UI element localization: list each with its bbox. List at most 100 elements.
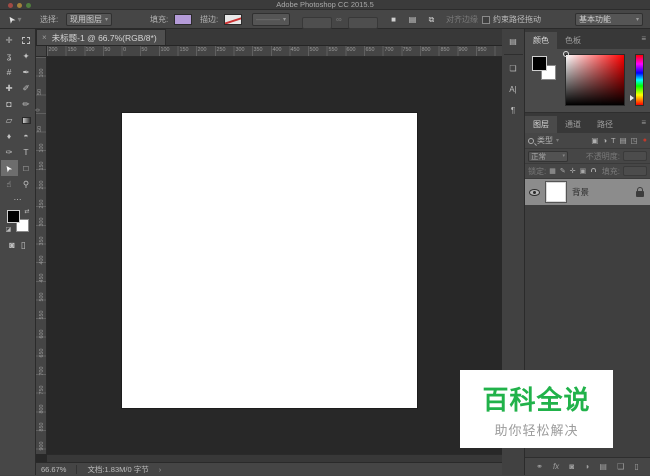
foreground-color-chip[interactable]	[6, 210, 20, 223]
workspace-dropdown[interactable]: 基本功能 ▾	[575, 13, 643, 26]
crop-tool[interactable]: #	[1, 64, 18, 80]
tab-color[interactable]: 颜色	[525, 32, 557, 49]
eraser-tool[interactable]: ▱	[1, 112, 18, 128]
checkbox-icon	[482, 15, 490, 24]
link-layers-icon[interactable]: ⚭	[536, 462, 543, 471]
filter-image-icon[interactable]: ▣	[591, 136, 598, 145]
swap-colors-icon[interactable]: ⇄	[24, 208, 29, 215]
layer-row-background[interactable]: 背景	[525, 179, 650, 205]
delete-layer-icon[interactable]: ▯	[634, 462, 638, 471]
panel-menu-icon[interactable]: ≡	[641, 34, 646, 43]
tab-swatches[interactable]: 色板	[557, 32, 589, 49]
document-tab-title: 未标题-1 @ 66.7%(RGB/8*)	[51, 32, 157, 43]
pen-tool[interactable]: ✑	[1, 144, 18, 160]
filter-group-icon[interactable]: ▤	[620, 136, 627, 145]
hue-slider-marker[interactable]	[630, 95, 634, 101]
zoom-level[interactable]: 66.67%	[41, 465, 66, 474]
libraries-panel-icon[interactable]: ❏	[504, 60, 523, 77]
properties-panel-icon[interactable]: ▤	[503, 33, 523, 55]
history-brush-tool[interactable]: ✏	[18, 96, 35, 112]
new-group-icon[interactable]: ▤	[599, 462, 607, 471]
edit-toolbar-button[interactable]: ⋯	[14, 195, 22, 204]
close-window-button[interactable]	[8, 2, 13, 8]
status-options-arrow[interactable]: ›	[159, 465, 162, 474]
hue-slider[interactable]	[635, 54, 644, 106]
fill-field[interactable]	[623, 166, 647, 176]
path-operations-button[interactable]: ■	[386, 13, 401, 27]
eyedropper-tool[interactable]: ✒	[18, 64, 35, 80]
lock-move-icon[interactable]: ✛	[570, 167, 576, 175]
visibility-eye-icon[interactable]	[529, 188, 540, 196]
link-dimensions-icon[interactable]: ∞	[336, 10, 342, 29]
layer-style-icon[interactable]: fx	[553, 462, 559, 471]
paragraph-panel-icon[interactable]: ¶	[504, 102, 523, 119]
clone-stamp-tool[interactable]: ◘	[1, 96, 18, 112]
v-ruler-label: 400	[39, 254, 45, 265]
quick-selection-tool[interactable]: ✦	[18, 48, 35, 64]
brush-tool[interactable]: ✐	[18, 80, 35, 96]
filter-toggle-icon[interactable]: ●	[643, 137, 647, 144]
default-colors-icon[interactable]: ◪	[6, 226, 12, 233]
filter-kind-dropdown[interactable]: 类型	[537, 135, 553, 146]
opacity-field[interactable]	[623, 151, 647, 161]
hand-tool[interactable]: ☝	[1, 176, 18, 192]
horizontal-ruler[interactable]: 200 150 100 50 0 50 100 150 200 250 300 350 400 450 50…	[47, 46, 502, 57]
constrain-path-checkbox[interactable]: 约束路径拖动	[482, 10, 541, 29]
tab-layers[interactable]: 图层	[525, 116, 557, 133]
h-ruler-label: 0	[122, 47, 126, 53]
stroke-style-dropdown[interactable]: ——— ▾	[252, 13, 291, 26]
filter-type-icon[interactable]: T	[611, 136, 616, 145]
marquee-tool[interactable]	[18, 32, 35, 48]
horizontal-scrollbar[interactable]	[47, 454, 502, 462]
path-alignment-button[interactable]: ▤	[405, 13, 420, 27]
healing-brush-tool[interactable]: ✚	[1, 80, 18, 96]
close-tab-icon[interactable]: ×	[42, 33, 47, 42]
constrain-path-label: 约束路径拖动	[493, 15, 541, 24]
screen-mode-button[interactable]: ▯	[21, 240, 26, 251]
color-picker-marker[interactable]	[563, 51, 569, 57]
chevron-down-icon: ▾	[562, 153, 565, 159]
layer-mask-icon[interactable]: ◙	[569, 462, 574, 471]
path-arrange-button[interactable]: ⧉	[424, 13, 439, 27]
shape-height-field[interactable]	[348, 13, 378, 32]
lasso-tool[interactable]: ʓ	[1, 48, 18, 64]
maximize-window-button[interactable]	[26, 2, 31, 8]
foreground-color-chip[interactable]	[532, 56, 547, 71]
character-panel-icon[interactable]: A|	[504, 81, 523, 98]
filter-adjustment-icon[interactable]: ◑	[602, 136, 607, 145]
new-layer-icon[interactable]: ❑	[617, 462, 624, 471]
adjustment-layer-icon[interactable]: ◑	[584, 462, 589, 471]
lock-artboard-icon[interactable]: ▣	[580, 167, 587, 175]
vertical-ruler[interactable]: 100 50 0 50 100 150 200 250 300 350 400 450 500 550 60…	[36, 57, 47, 454]
tab-channels[interactable]: 通道	[557, 116, 589, 133]
rectangle-tool[interactable]: □	[18, 160, 35, 176]
minimize-window-button[interactable]	[17, 2, 22, 8]
blur-tool[interactable]: ♦	[1, 128, 18, 144]
layer-thumbnail[interactable]	[545, 181, 567, 203]
move-tool[interactable]: ✛	[1, 32, 18, 48]
path-buttons-group: ■ ▤ ⧉	[386, 10, 439, 29]
document-canvas[interactable]	[122, 113, 417, 408]
dodge-tool[interactable]: ◓	[18, 128, 35, 144]
path-selection-tool[interactable]: ➤	[0, 160, 18, 176]
h-ruler-label: 750	[402, 47, 412, 53]
document-tab[interactable]: × 未标题-1 @ 66.7%(RGB/8*)	[36, 29, 166, 45]
h-ruler-label: 50	[104, 47, 111, 53]
lock-transparency-icon[interactable]: ▦	[549, 167, 556, 175]
filter-smart-object-icon[interactable]: ◳	[631, 136, 638, 145]
type-tool[interactable]: T	[18, 144, 35, 160]
gradient-tool[interactable]	[18, 112, 35, 128]
zoom-tool[interactable]: ⚲	[18, 176, 35, 192]
tab-paths[interactable]: 路径	[589, 116, 621, 133]
shape-width-field[interactable]	[302, 13, 332, 32]
tool-preset-picker[interactable]: ➤ ▾	[5, 10, 21, 29]
quick-mask-button[interactable]: ◙	[9, 240, 14, 251]
stroke-color-swatch[interactable]	[224, 14, 242, 25]
select-scope-dropdown[interactable]: 现用图层 ▾	[66, 13, 113, 26]
fill-color-swatch[interactable]	[174, 14, 192, 25]
blend-mode-dropdown[interactable]: 正常 ▾	[528, 150, 568, 162]
panel-menu-icon[interactable]: ≡	[641, 118, 646, 127]
saturation-brightness-square[interactable]	[565, 54, 625, 106]
h-ruler-label: 400	[272, 47, 282, 53]
lock-paint-icon[interactable]: ✎	[560, 167, 566, 175]
